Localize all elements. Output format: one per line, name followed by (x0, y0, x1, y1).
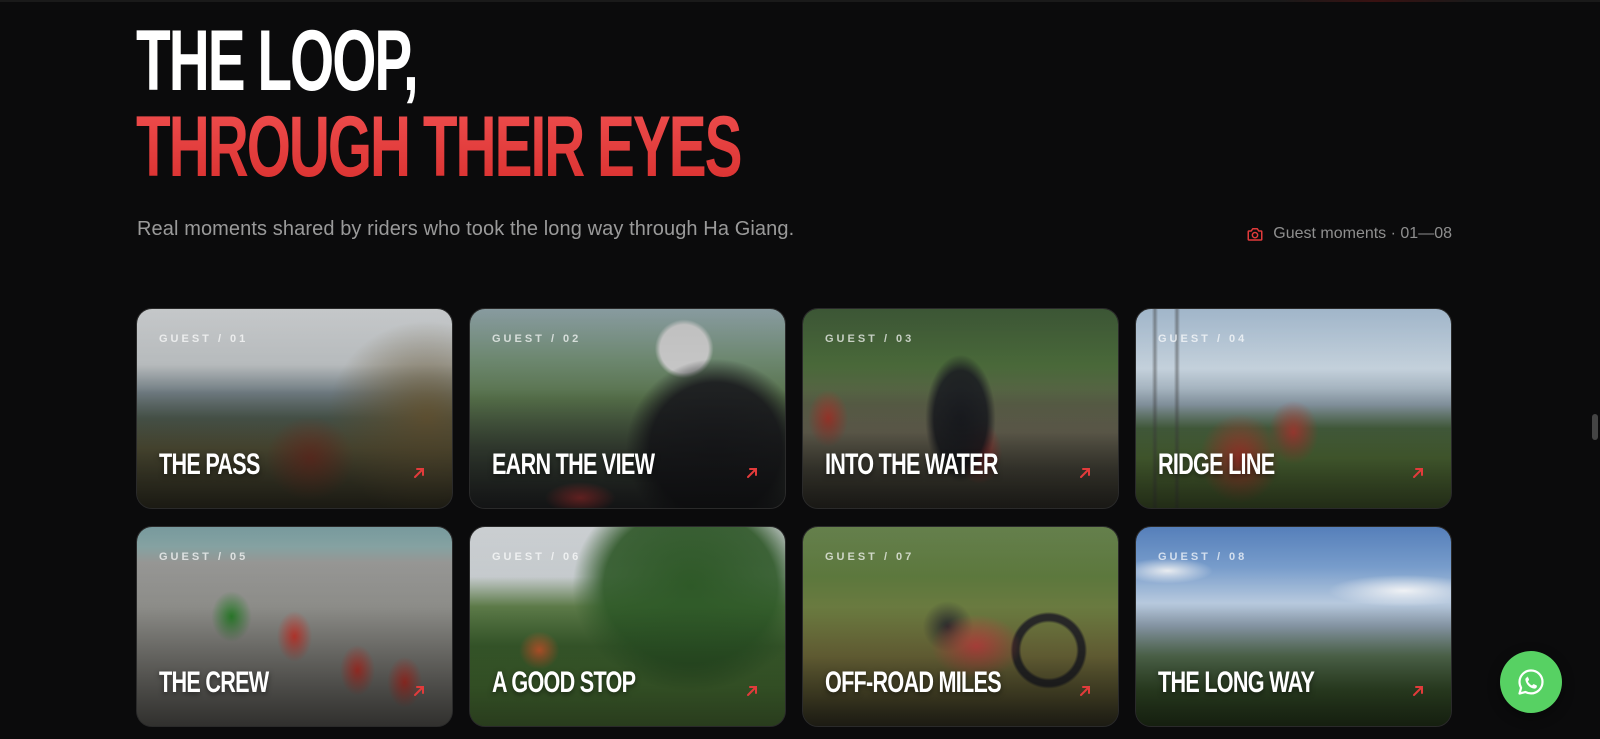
card-title: RIDGE LINE (1158, 448, 1275, 481)
card-tag: GUEST / 07 (825, 551, 915, 563)
whatsapp-icon (1518, 669, 1544, 695)
scrollbar-thumb[interactable] (1592, 414, 1598, 440)
heading-line-2: THROUGH THEIR EYES (136, 99, 743, 195)
card-title: INTO THE WATER (825, 448, 998, 481)
card-title: EARN THE VIEW (492, 448, 655, 481)
photo-card[interactable]: GUEST / 04 RIDGE LINE (1135, 308, 1452, 509)
photo-card[interactable]: GUEST / 02 EARN THE VIEW (469, 308, 786, 509)
arrow-up-right-icon (414, 468, 424, 478)
photo-card[interactable]: GUEST / 03 INTO THE WATER (802, 308, 1119, 509)
card-tag: GUEST / 04 (1158, 333, 1248, 345)
photo-card[interactable]: GUEST / 07 OFF-ROAD MILES (802, 526, 1119, 727)
photo-card[interactable]: GUEST / 01 THE PASS (136, 308, 453, 509)
guest-moments-label: Guest moments · 01—08 (1273, 225, 1452, 242)
section-subtitle: Real moments shared by riders who took t… (137, 218, 795, 240)
card-title: A GOOD STOP (492, 666, 636, 699)
arrow-up-right-icon (747, 686, 757, 696)
photo-card[interactable]: GUEST / 08 THE LONG WAY (1135, 526, 1452, 727)
section-heading: THE LOOP, THROUGH THEIR EYES (136, 13, 743, 195)
arrow-up-right-icon (1413, 686, 1423, 696)
arrow-up-right-icon (1080, 468, 1090, 478)
card-tag: GUEST / 08 (1158, 551, 1248, 563)
arrow-up-right-icon (1080, 686, 1090, 696)
guest-moments-meta: Guest moments · 01—08 (1246, 225, 1452, 243)
arrow-up-right-icon (1413, 468, 1423, 478)
card-tag: GUEST / 05 (159, 551, 249, 563)
photo-grid: GUEST / 01 THE PASS GUEST / 02 EARN THE … (136, 308, 1452, 727)
whatsapp-button[interactable] (1500, 651, 1562, 713)
top-divider (0, 0, 1600, 2)
arrow-up-right-icon (414, 686, 424, 696)
card-title: THE PASS (159, 448, 260, 481)
heading-line-1: THE LOOP, (136, 13, 419, 109)
photo-card[interactable]: GUEST / 06 A GOOD STOP (469, 526, 786, 727)
camera-icon (1247, 228, 1263, 241)
gallery-section: THE LOOP, THROUGH THEIR EYES Real moment… (0, 0, 1600, 739)
card-title: THE CREW (159, 666, 269, 699)
card-tag: GUEST / 01 (159, 333, 249, 345)
photo-card[interactable]: GUEST / 05 THE CREW (136, 526, 453, 727)
arrow-up-right-icon (747, 468, 757, 478)
card-tag: GUEST / 03 (825, 333, 915, 345)
card-title: THE LONG WAY (1158, 666, 1315, 699)
card-title: OFF-ROAD MILES (825, 666, 1002, 699)
card-tag: GUEST / 02 (492, 333, 582, 345)
card-tag: GUEST / 06 (492, 551, 582, 563)
